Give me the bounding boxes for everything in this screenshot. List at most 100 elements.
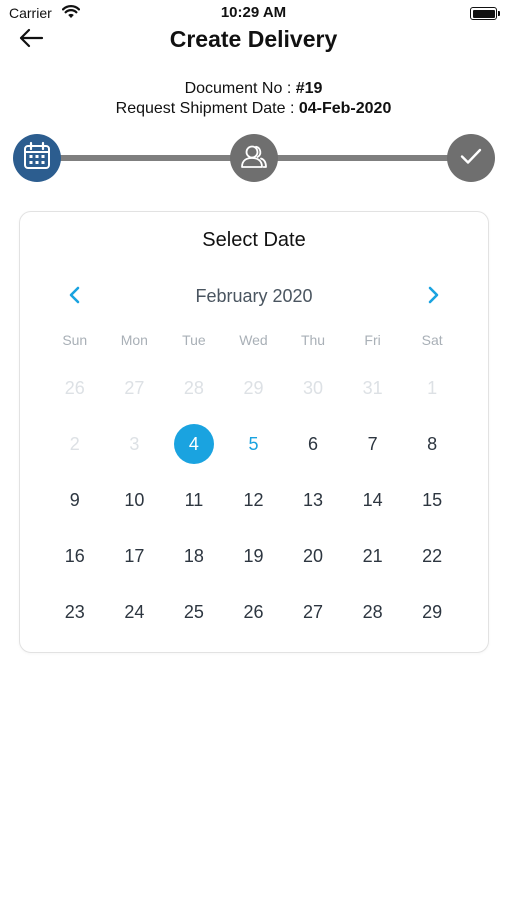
weekday-label: Mon	[120, 332, 148, 348]
selected-day[interactable]: 4	[164, 416, 224, 472]
day-number: 4	[173, 424, 214, 464]
battery-icon	[470, 7, 500, 20]
day-number: 13	[303, 489, 324, 510]
chevron-right-icon	[426, 286, 440, 309]
step-date[interactable]	[13, 134, 61, 182]
calendar-day[interactable]: 27	[283, 584, 343, 640]
calendar-day[interactable]: 16	[45, 528, 105, 584]
calendar-day: 28	[164, 360, 224, 416]
calendar-day: 29	[224, 360, 284, 416]
calendar-day[interactable]: 20	[283, 528, 343, 584]
calendar-day[interactable]: 15	[402, 472, 462, 528]
calendar-day[interactable]: 10	[105, 472, 165, 528]
day-number: 22	[422, 545, 443, 566]
day-number: 6	[308, 433, 319, 454]
page-title: Create Delivery	[169, 26, 338, 52]
calendar-day: 27	[105, 360, 165, 416]
calendar-day: 26	[45, 360, 105, 416]
calendar-day[interactable]: 7	[343, 416, 403, 472]
weekday-label: Wed	[239, 332, 268, 348]
calendar-day[interactable]: 9	[45, 472, 105, 528]
day-number: 20	[303, 545, 324, 566]
day-number: 29	[243, 377, 264, 398]
weekday-label: Sat	[421, 332, 443, 348]
progress-stepper	[13, 134, 495, 182]
check-icon	[458, 143, 484, 174]
calendar-day[interactable]: 25	[164, 584, 224, 640]
step-confirm[interactable]	[447, 134, 495, 182]
stepper-connector	[57, 155, 235, 161]
day-number: 18	[183, 545, 204, 566]
calendar-day[interactable]: 23	[45, 584, 105, 640]
day-number: 26	[243, 601, 264, 622]
day-number: 2	[69, 433, 80, 454]
day-number: 23	[64, 601, 85, 622]
card-title: Select Date	[202, 229, 306, 251]
day-number: 1	[427, 377, 438, 398]
day-number: 19	[243, 545, 264, 566]
calendar-day[interactable]: 11	[164, 472, 224, 528]
calendar-day[interactable]: 6	[283, 416, 343, 472]
weekday-label: Sun	[62, 332, 88, 348]
day-number: 29	[422, 601, 443, 622]
day-number: 27	[124, 377, 145, 398]
shipment-date-value: 04-Feb-2020	[298, 100, 392, 117]
day-number: 3	[129, 433, 140, 454]
weekday-label: Thu	[300, 332, 326, 348]
stepper-connector	[274, 155, 452, 161]
weekday-label: Fri	[364, 332, 381, 348]
calendar-day[interactable]: 5	[224, 416, 284, 472]
calendar-day: 30	[283, 360, 343, 416]
document-number-line: Document No : #19	[0, 80, 507, 98]
day-number: 9	[69, 489, 80, 510]
weekday-label: Tue	[182, 332, 206, 348]
calendar-day[interactable]: 12	[224, 472, 284, 528]
calendar-day[interactable]: 24	[105, 584, 165, 640]
day-number: 15	[422, 489, 443, 510]
day-number: 11	[184, 489, 204, 510]
day-number: 24	[124, 601, 145, 622]
calendar-day[interactable]: 17	[105, 528, 165, 584]
document-number-value: #19	[295, 80, 323, 97]
shipment-date-label: Request Shipment Date :	[115, 100, 299, 117]
day-number: 10	[124, 489, 145, 510]
calendar-day: 1	[402, 360, 462, 416]
day-number: 7	[367, 433, 378, 454]
day-number: 8	[427, 433, 438, 454]
calendar-day[interactable]: 21	[343, 528, 403, 584]
day-number: 31	[362, 377, 383, 398]
document-number-label: Document No :	[184, 80, 296, 97]
calendar-day[interactable]: 19	[224, 528, 284, 584]
day-number: 21	[362, 545, 383, 566]
users-icon	[239, 141, 269, 176]
calendar-day[interactable]: 13	[283, 472, 343, 528]
day-number: 12	[243, 489, 264, 510]
calendar-day[interactable]: 8	[402, 416, 462, 472]
day-number: 30	[303, 377, 324, 398]
day-number: 28	[362, 601, 383, 622]
day-number: 26	[64, 377, 85, 398]
calendar-day[interactable]: 26	[224, 584, 284, 640]
day-number: 17	[124, 545, 145, 566]
day-number: 27	[303, 601, 324, 622]
step-recipient[interactable]	[230, 134, 278, 182]
calendar-day: 3	[105, 416, 165, 472]
day-number: 28	[183, 377, 204, 398]
day-number: 16	[64, 545, 85, 566]
calendar-day: 2	[45, 416, 105, 472]
calendar-day[interactable]: 22	[402, 528, 462, 584]
weekday-header: Sun Mon Tue Wed Thu Fri Sat	[45, 332, 462, 348]
calendar-day: 31	[343, 360, 403, 416]
next-month-button[interactable]	[422, 286, 444, 308]
calendar-days-grid: 26 27 28 29 30 31 1 2 3 4 5 6 7 8 9 10 11 12 13 14 15 16 17 18 1…	[45, 360, 462, 640]
calendar-day[interactable]: 18	[164, 528, 224, 584]
calendar-day[interactable]: 14	[343, 472, 403, 528]
day-number: 25	[183, 601, 204, 622]
calendar-day[interactable]: 28	[343, 584, 403, 640]
shipment-date-line: Request Shipment Date : 04-Feb-2020	[0, 100, 507, 118]
day-number: 14	[362, 489, 383, 510]
day-number: 5	[248, 433, 259, 454]
date-picker-card: Select Date February 2020 Sun Mon Tue Wed Th…	[19, 211, 489, 653]
status-time: 10:29 AM	[220, 4, 287, 21]
calendar-day[interactable]: 29	[402, 584, 462, 640]
